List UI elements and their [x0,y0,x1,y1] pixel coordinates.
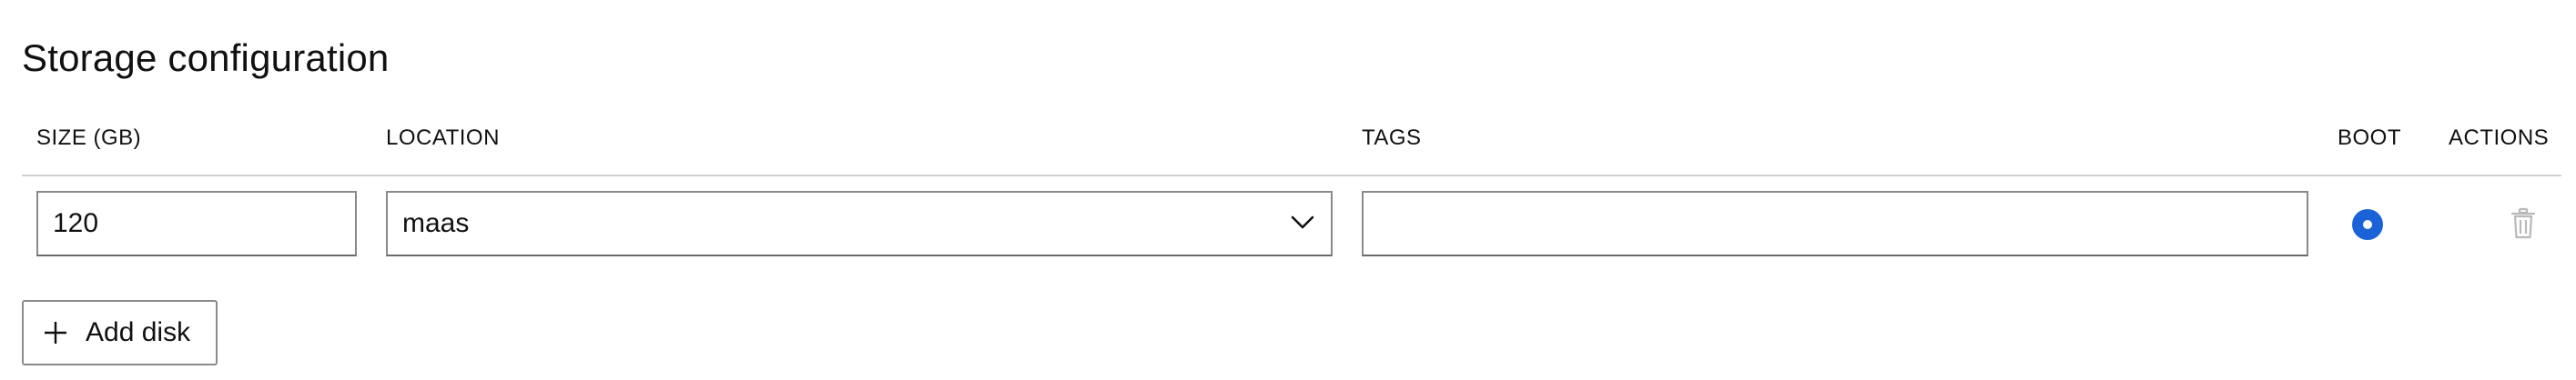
tags-input[interactable] [1362,191,2308,256]
location-select[interactable]: maas [386,191,1333,256]
boot-radio[interactable] [2352,209,2383,240]
plus-icon [45,322,66,344]
column-header-location: LOCATION [386,125,500,150]
table-row: 120 maas [22,176,2561,276]
chevron-down-icon [1291,215,1314,229]
section-title: Storage configuration [22,36,390,79]
column-header-tags: TAGS [1362,125,1422,150]
trash-icon[interactable] [2510,207,2536,240]
add-disk-button[interactable]: Add disk [22,300,218,365]
add-disk-label: Add disk [86,317,191,347]
column-header-boot: BOOT [2338,125,2402,150]
table-header: SIZE (GB) LOCATION TAGS BOOT ACTIONS [22,109,2561,176]
boot-radio-selected-dot [2363,220,2372,229]
location-select-value: maas [402,208,470,238]
disk-size-input[interactable]: 120 [36,191,357,256]
column-header-size: SIZE (GB) [36,125,142,150]
column-header-actions: ACTIONS [2449,125,2550,150]
storage-configuration-panel: Storage configuration SIZE (GB) LOCATION… [0,0,2576,380]
